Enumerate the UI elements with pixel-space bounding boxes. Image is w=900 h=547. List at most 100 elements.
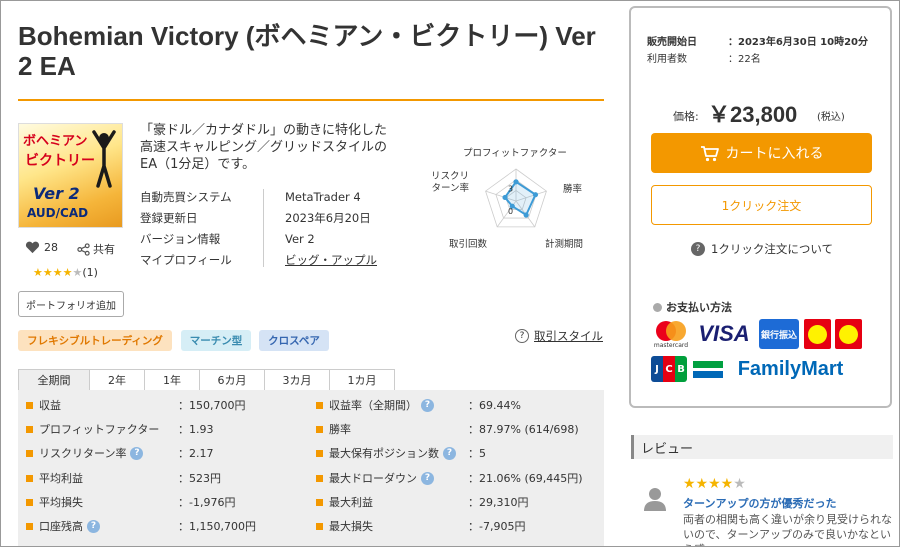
payment-title-text: お支払い方法 [666, 301, 732, 314]
product-thumbnail[interactable]: ボヘミアン ビクトリー Ver 2 AUD/CAD [18, 123, 123, 228]
star-icon: ★★★★ [33, 266, 73, 279]
familymart-logo: FamilyMart [737, 357, 844, 380]
thumbnail-text-1: ボヘミアン [23, 134, 88, 149]
star-empty-icon: ★ [72, 266, 83, 279]
review-heading: レビュー [631, 435, 893, 459]
period-tabs: 全期間 2年 1年 6カ月 3カ月 1カ月 [18, 369, 395, 390]
thumbnail-text-4: AUD/CAD [27, 206, 89, 220]
review-rating: ★★★★★ [683, 476, 746, 492]
trade-style-label: 取引スタイル [534, 329, 603, 343]
stat-value: ：5 [468, 447, 486, 460]
review-body: 両者の相関も高く違いが余り見受けられないので、ターンアップのみで良いかなという感 [683, 513, 892, 546]
bullet-icon [26, 498, 33, 506]
stat-label: 口座残高? [26, 518, 100, 534]
meta-row-version: バージョン情報 Ver 2 [140, 228, 377, 249]
stat-label-text: 収益 [39, 399, 61, 412]
help-icon[interactable]: ? [87, 519, 100, 533]
stat-label-text: 平均利益 [39, 472, 83, 485]
stat-label: 最大損失 [316, 518, 373, 534]
tag-flexible-trading[interactable]: フレキシブルトレーディング [18, 330, 172, 351]
stat-label-text: 勝率 [329, 423, 351, 436]
product-rating: ★★★★★(1) [33, 266, 98, 279]
store-logo-icon [808, 324, 827, 344]
release-date-value: ：2023年6月30日 10時20分 [728, 37, 869, 48]
add-portfolio-button[interactable]: ポートフォリオ追加 [18, 291, 124, 317]
help-icon[interactable]: ? [443, 446, 456, 460]
radar-point [532, 192, 539, 198]
thumbnail-text-2: ビクトリー [25, 153, 95, 169]
bullet-icon [316, 498, 323, 506]
review-title[interactable]: ターンアップの方が優秀だった [683, 495, 836, 511]
price-label: 価格: [673, 110, 699, 123]
mastercard-text: mastercard [653, 341, 689, 349]
tag-cross-pair[interactable]: クロスペア [259, 330, 329, 351]
store-logo-icon [839, 324, 858, 344]
tab-6m[interactable]: 6カ月 [199, 369, 265, 390]
stat-label-text: プロフィットファクター [39, 423, 160, 436]
meta-key: 自動売買システム [140, 189, 232, 204]
trade-style-link[interactable]: ? 取引スタイル [515, 328, 603, 344]
share-label: 共有 [93, 243, 115, 256]
share-button[interactable]: 共有 [77, 241, 115, 257]
stat-label: 平均損失 [26, 494, 83, 510]
tab-2y[interactable]: 2年 [89, 369, 145, 390]
meta-key: バージョン情報 [140, 231, 221, 246]
title-divider [18, 99, 604, 101]
stats-panel: 収益 ：150,700円 プロフィットファクター ：1.93 リスクリターン率? ：2.1… [18, 390, 604, 546]
bullet-icon [26, 474, 33, 482]
bullet-icon [653, 302, 662, 312]
stat-value: ：1,150,700円 [178, 520, 256, 533]
cart-label: カートに入れる [725, 146, 824, 162]
bullet-icon [316, 522, 323, 530]
page: Bohemian Victory (ボヘミアン・ビクトリー) Ver 2 EA … [0, 0, 900, 547]
ministop-logo [804, 319, 831, 349]
tag-martin[interactable]: マーチン型 [181, 330, 251, 351]
radar-label-trades: 取引回数 [449, 239, 488, 250]
meta-value: MetaTrader 4 [285, 189, 361, 204]
stat-value: ：1.93 [178, 423, 214, 436]
product-description: 「豪ドル／カナダドル」の動きに特化した高速スキャルピング／グリッドスタイルのEA… [140, 123, 388, 172]
radar-label-pf: プロフィットファクター [463, 148, 567, 159]
profile-link[interactable]: ビッグ・アップル [270, 252, 377, 268]
stat-label: リスクリターン率? [26, 445, 144, 461]
meta-value: Ver 2 [285, 231, 315, 246]
stat-value: ：21.06% (69,445円) [468, 472, 583, 485]
release-date-label: 販売開始日 [647, 37, 697, 48]
stat-label-text: 最大利益 [329, 496, 373, 509]
share-icon [77, 242, 90, 256]
bank-transfer-logo: 銀行振込 [759, 319, 799, 349]
like-button[interactable]: 28 [25, 241, 58, 254]
one-click-order-button[interactable]: 1クリック注文 [651, 185, 872, 225]
bullet-icon [26, 449, 33, 457]
radar-scale-label: 0 [508, 207, 513, 216]
radar-label-winrate: 勝率 [563, 184, 583, 195]
like-count: 28 [44, 241, 58, 254]
tab-1m[interactable]: 1カ月 [329, 369, 395, 390]
mastercard-logo: mastercard [651, 319, 691, 349]
help-icon[interactable]: ? [130, 446, 144, 460]
radar-scale-label: 3 [508, 184, 513, 193]
product-meta: 自動売買システム MetaTrader 4 登録更新日 2023年6月20日 バ… [140, 186, 377, 270]
users-value: ：22名 [728, 54, 761, 65]
bullet-icon [316, 474, 323, 482]
meta-row-updated: 登録更新日 2023年6月20日 [140, 207, 377, 228]
jcb-logo: J C B [651, 356, 687, 382]
stat-label-text: 最大ドローダウン [329, 472, 417, 485]
radar-point [513, 179, 519, 185]
stat-value: ：29,310円 [468, 496, 529, 509]
tab-all[interactable]: 全期間 [18, 369, 90, 390]
one-click-about-link[interactable]: ? 1クリック注文について [691, 241, 833, 257]
stat-label-text: 収益率（全期間） [329, 399, 417, 412]
help-icon[interactable]: ? [421, 398, 434, 412]
meta-row-profile: マイプロフィール ビッグ・アップル [140, 249, 377, 270]
stat-label-text: 平均損失 [39, 496, 83, 509]
help-icon[interactable]: ? [421, 471, 434, 485]
stat-label-text: 口座残高 [39, 520, 83, 533]
stat-value: ：69.44% [468, 399, 521, 412]
add-to-cart-button[interactable]: カートに入れる [651, 133, 872, 173]
tab-3m[interactable]: 3カ月 [264, 369, 330, 390]
tab-1y[interactable]: 1年 [144, 369, 200, 390]
victory-figure-icon [92, 130, 116, 188]
heart-icon [25, 241, 40, 254]
question-icon: ? [691, 242, 705, 256]
